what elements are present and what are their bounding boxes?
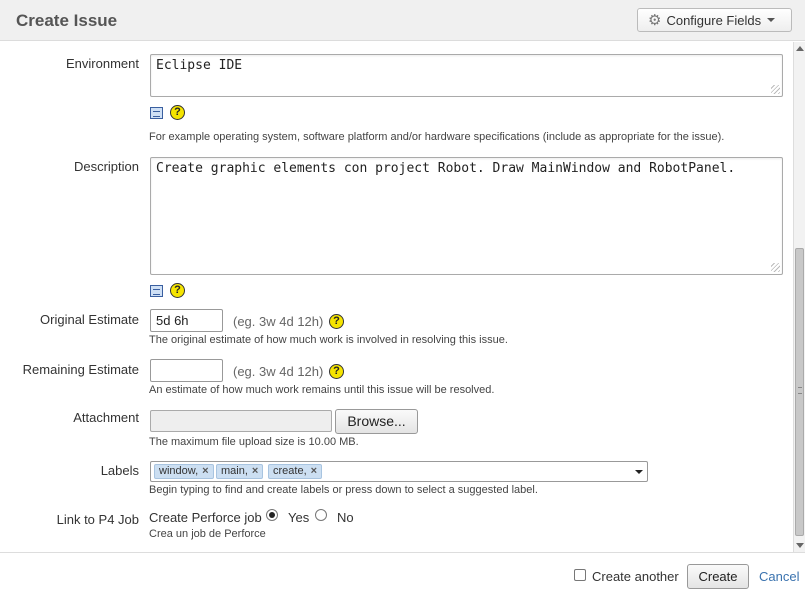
original-estimate-label: Original Estimate [40,312,139,327]
description-value: Create graphic elements con project Robo… [156,161,736,176]
resize-grip-icon[interactable] [771,85,780,94]
form-content: Environment Eclipse IDE ? For example op… [0,42,793,552]
create-another-label: Create another [592,569,679,584]
labels-label: Labels [100,463,139,478]
remaining-estimate-help-text: An estimate of how much work remains unt… [149,384,495,396]
scroll-thumb[interactable] [795,248,804,536]
p4-yes-label: Yes [288,510,310,525]
resize-grip-icon[interactable] [771,263,780,272]
configure-fields-button[interactable]: ⚙ Configure Fields [637,8,792,32]
label-tag-text: main, [221,465,248,477]
label-tag[interactable]: main, × [216,464,264,479]
label-tag-text: create, [273,465,307,477]
help-icon[interactable]: ? [329,314,344,329]
remove-tag-icon[interactable]: × [202,465,208,477]
environment-field[interactable]: Eclipse IDE [150,54,783,97]
p4-job-label: Link to P4 Job [56,512,139,527]
chevron-down-icon [767,18,776,22]
environment-label: Environment [66,56,139,71]
description-label: Description [73,159,139,174]
scroll-down-icon[interactable] [796,543,804,548]
chevron-down-icon[interactable] [635,470,643,474]
labels-help-text: Begin typing to find and create labels o… [149,484,538,496]
remove-tag-icon[interactable]: × [311,465,317,477]
description-field[interactable]: Create graphic elements con project Robo… [150,157,783,275]
labels-input[interactable]: window, × main, × create, × [150,461,648,482]
remaining-estimate-hint: (eg. 3w 4d 12h) [233,364,324,379]
create-another-checkbox[interactable] [574,569,586,581]
label-tag[interactable]: create, × [268,464,323,479]
help-icon[interactable]: ? [170,105,185,120]
original-estimate-input[interactable]: 5d 6h [150,309,223,332]
configure-fields-label: Configure Fields [666,12,762,28]
p4-job-help-text: Crea un job de Perforce [149,528,266,540]
browse-button[interactable]: Browse... [335,409,418,434]
create-button[interactable]: Create [687,564,749,589]
label-tag[interactable]: window, × [154,464,214,479]
p4-no-radio[interactable] [315,509,327,521]
original-estimate-hint: (eg. 3w 4d 12h) [233,314,324,329]
help-icon[interactable]: ? [170,283,185,298]
dialog-title: Create Issue [16,11,118,30]
attachment-file-field[interactable] [150,410,332,432]
help-icon[interactable]: ? [329,364,344,379]
wiki-markup-icon[interactable] [150,285,163,297]
environment-help-text: For example operating system, software p… [149,131,725,143]
attachment-help-text: The maximum file upload size is 10.00 MB… [149,436,359,448]
scroll-up-icon[interactable] [796,46,804,51]
remaining-estimate-label: Remaining Estimate [22,362,139,377]
dialog-header: Create Issue ⚙ Configure Fields [0,0,805,41]
dialog-footer: Create another Create Cancel [0,552,805,594]
gear-icon: ⚙ [648,12,662,29]
attachment-label: Attachment [73,410,139,425]
p4-job-prompt: Create Perforce job [149,510,262,525]
remaining-estimate-input[interactable] [150,359,223,382]
original-estimate-help-text: The original estimate of how much work i… [149,334,508,346]
cancel-link[interactable]: Cancel [759,569,799,584]
label-tag-text: window, [159,465,199,477]
p4-yes-radio[interactable] [266,509,278,521]
wiki-markup-icon[interactable] [150,107,163,119]
vertical-scrollbar[interactable] [793,42,805,552]
environment-value: Eclipse IDE [156,58,243,73]
remove-tag-icon[interactable]: × [252,465,258,477]
p4-no-label: No [337,510,354,525]
